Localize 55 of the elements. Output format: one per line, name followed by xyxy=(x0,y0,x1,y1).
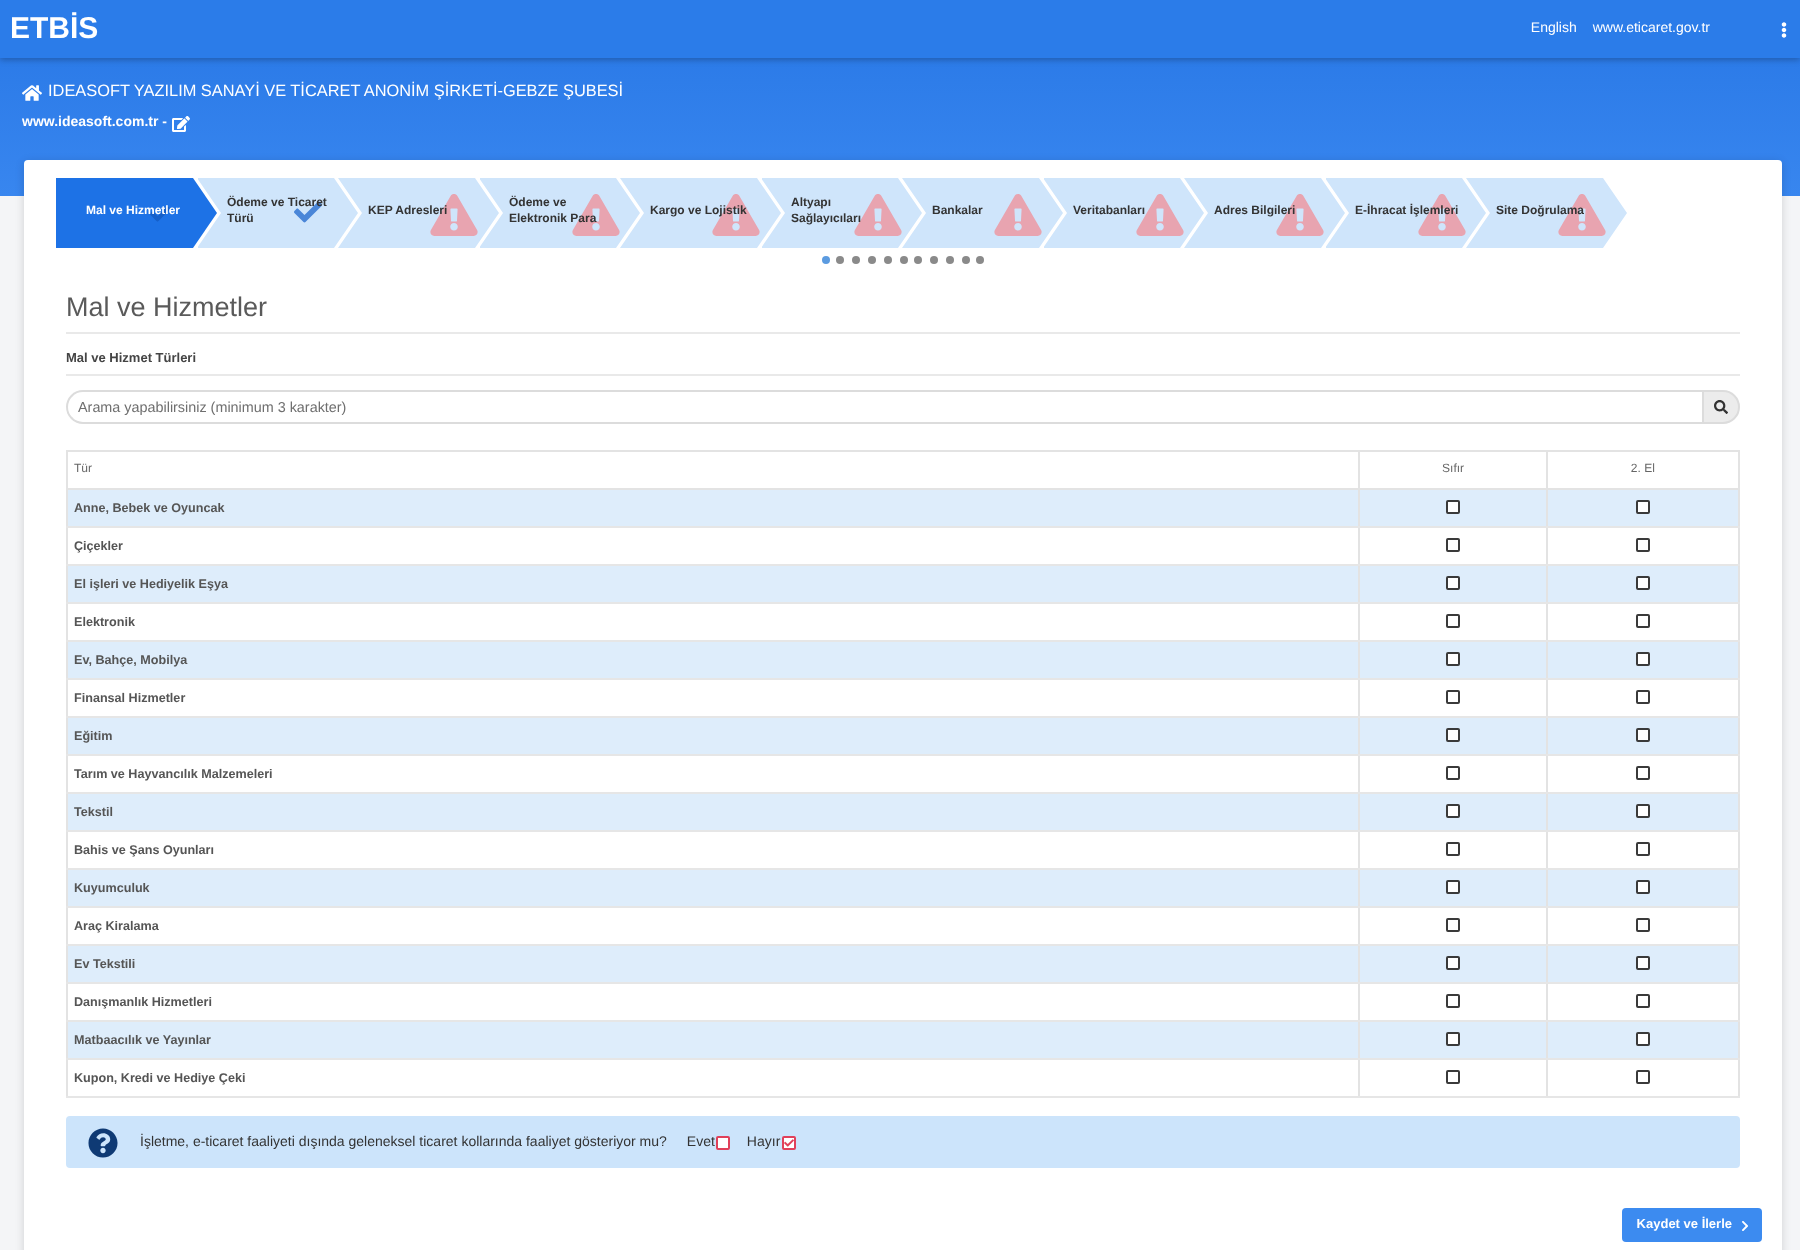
checkbox[interactable] xyxy=(1446,880,1461,895)
checkbox[interactable] xyxy=(1446,576,1461,591)
home-icon[interactable] xyxy=(22,83,42,101)
checkbox[interactable] xyxy=(1446,614,1461,629)
checkbox[interactable] xyxy=(1635,500,1650,515)
pager-dot[interactable] xyxy=(961,256,970,264)
checkbox[interactable] xyxy=(1635,690,1650,705)
checkbox[interactable] xyxy=(1635,880,1650,895)
checkbox[interactable] xyxy=(1446,538,1461,553)
checkbox[interactable] xyxy=(1446,652,1461,667)
pager-dot[interactable] xyxy=(945,256,954,264)
checkbox[interactable] xyxy=(1446,1032,1461,1047)
checkbox[interactable] xyxy=(1635,1070,1650,1085)
checkbox[interactable] xyxy=(1446,842,1461,857)
checkbox[interactable] xyxy=(1635,766,1650,781)
checkbox[interactable] xyxy=(1446,956,1461,971)
pager-dot[interactable] xyxy=(867,256,876,264)
checkbox[interactable] xyxy=(1446,728,1461,743)
checkbox[interactable] xyxy=(782,1135,797,1149)
checkbox[interactable] xyxy=(1446,994,1461,1009)
search-button[interactable] xyxy=(1702,390,1740,424)
pager-dot[interactable] xyxy=(899,256,907,264)
checkbox[interactable] xyxy=(1446,500,1461,515)
question-icon xyxy=(88,1127,118,1157)
search-icon xyxy=(1714,400,1728,414)
checkbox[interactable] xyxy=(1446,766,1461,781)
checkbox[interactable] xyxy=(1635,652,1650,667)
logo[interactable]: ETBİS xyxy=(10,11,99,47)
company-name: IDEASOFT YAZILIM SANAYİ VE TİCARET ANONİM ŞİRKETİ-GEBZE ŞUBESİ xyxy=(48,80,624,104)
checkbox[interactable] xyxy=(1446,690,1461,705)
checkbox[interactable] xyxy=(716,1135,731,1149)
checkbox[interactable] xyxy=(1635,614,1650,629)
pager-dot[interactable] xyxy=(914,256,923,264)
checkbox[interactable] xyxy=(1635,538,1650,553)
checkbox[interactable] xyxy=(1635,842,1650,857)
checkbox[interactable] xyxy=(1635,956,1650,971)
pager-dot[interactable] xyxy=(976,256,985,264)
checkbox[interactable] xyxy=(1635,576,1650,591)
pager-dot[interactable] xyxy=(836,256,845,264)
edit-icon[interactable] xyxy=(172,115,191,131)
pager-dot[interactable] xyxy=(883,256,892,264)
checkbox[interactable] xyxy=(1635,728,1650,743)
checkbox[interactable] xyxy=(1635,994,1650,1009)
section-title: Mal ve Hizmetler xyxy=(66,292,1740,334)
checkbox[interactable] xyxy=(1446,918,1461,933)
checkbox[interactable] xyxy=(1635,918,1650,933)
checkbox[interactable] xyxy=(1446,1070,1461,1085)
chevron-right-icon xyxy=(1740,1219,1750,1231)
pager-dot[interactable] xyxy=(852,256,861,264)
more-icon[interactable] xyxy=(1780,21,1788,37)
pager-dot[interactable] xyxy=(821,256,830,264)
checkbox[interactable] xyxy=(1635,804,1650,819)
pager-dot[interactable] xyxy=(930,256,939,264)
checkbox[interactable] xyxy=(1635,1032,1650,1047)
checkbox[interactable] xyxy=(1446,804,1461,819)
